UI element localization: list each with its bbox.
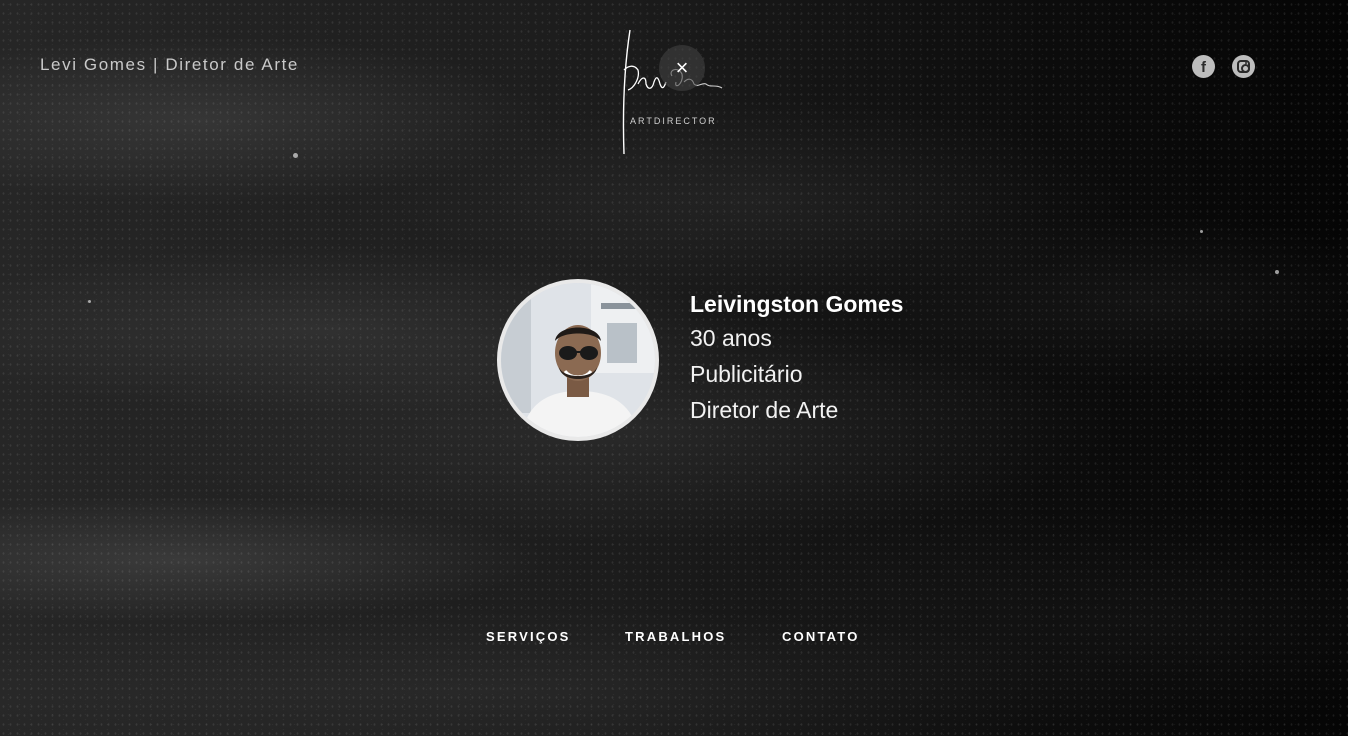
sparkle: [293, 153, 298, 158]
nav-item-servicos[interactable]: SERVIÇOS: [486, 629, 571, 644]
site-title[interactable]: Levi Gomes | Diretor de Arte: [40, 55, 299, 75]
profile-role-publicitario: Publicitário: [690, 361, 803, 387]
logo[interactable]: ARTDIRECTOR: [612, 26, 732, 158]
logo-subtitle: ARTDIRECTOR: [630, 116, 717, 126]
profile-name: Leivingston Gomes: [690, 291, 904, 317]
nav-item-trabalhos[interactable]: TRABALHOS: [625, 629, 726, 644]
signature-logo-icon: [622, 29, 723, 155]
sparkle: [88, 300, 91, 303]
instagram-link[interactable]: [1232, 55, 1255, 78]
profile-age: 30 anos: [690, 325, 772, 351]
instagram-icon: [1237, 60, 1250, 73]
sparkle: [1200, 230, 1203, 233]
close-icon: ×: [675, 55, 689, 80]
facebook-icon: f: [1201, 59, 1206, 76]
avatar: [497, 279, 659, 441]
nav-item-contato[interactable]: CONTATO: [782, 629, 860, 644]
close-button[interactable]: ×: [659, 45, 705, 91]
profile-photo: [501, 283, 655, 437]
profile-info: Leivingston Gomes 30 anos Publicitário D…: [690, 288, 903, 428]
sparkle: [1275, 270, 1279, 274]
facebook-link[interactable]: f: [1192, 55, 1215, 78]
profile-role-diretor: Diretor de Arte: [690, 397, 839, 423]
